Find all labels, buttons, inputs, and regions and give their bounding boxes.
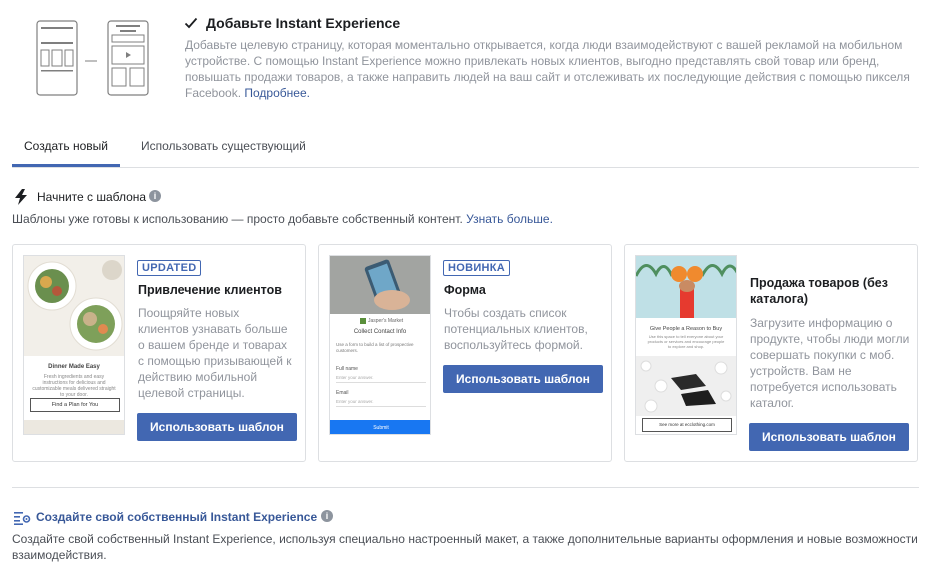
template-subtitle: Шаблоны уже готовы к использованию — про… xyxy=(12,212,553,226)
preview-brand: Jasper's Market xyxy=(368,318,404,324)
preview-field2-input: Enter your answer. xyxy=(336,399,426,407)
more-link[interactable]: Подробнее. xyxy=(244,86,310,100)
template-preview-customer-acquisition: Dinner Made Easy Fresh ingredients and e… xyxy=(23,255,125,435)
card-title: Форма xyxy=(444,283,486,297)
brand-logo-icon xyxy=(360,318,366,324)
preview-field2-label: Email xyxy=(336,390,349,396)
use-template-button-customer-acquisition[interactable]: Использовать шаблон xyxy=(137,413,297,441)
instant-experience-title: Добавьте Instant Experience xyxy=(206,15,401,31)
instant-experience-section: Добавьте Instant Experience Добавьте цел… xyxy=(0,0,925,110)
template-card-form[interactable]: Jasper's Market Collect Contact Info Use… xyxy=(318,244,612,462)
create-own-description: Создайте свой собственный Instant Experi… xyxy=(12,532,918,562)
preview-field1-input: Enter your answer. xyxy=(336,375,426,383)
instant-experience-illustration xyxy=(36,20,149,96)
template-subtitle-text: Шаблоны уже готовы к использованию — про… xyxy=(12,212,463,226)
card-description: Чтобы создать список потенциальных клиен… xyxy=(444,306,588,352)
learn-more-link[interactable]: Узнать больше. xyxy=(466,212,553,226)
preview-body: Use a form to build a list of prospectiv… xyxy=(336,342,414,353)
model-photo xyxy=(636,256,736,318)
updated-badge: UPDATED xyxy=(137,260,202,276)
hand-phone-photo xyxy=(330,256,430,314)
template-preview-sell-products: Give People a Reason to Buy Use this spa… xyxy=(635,255,737,435)
preview-body: Use this space to tell everyone about yo… xyxy=(647,334,725,349)
template-heading: Начните с шаблона xyxy=(37,190,147,204)
preview-field1-label: Full name xyxy=(336,366,358,372)
food-photo xyxy=(24,256,124,356)
preview-body: Fresh ingredients and easy instructions … xyxy=(32,374,116,398)
instant-experience-checkbox[interactable] xyxy=(184,16,198,30)
info-icon[interactable]: i xyxy=(149,190,161,202)
preview-headline: Collect Contact Info xyxy=(353,329,407,335)
preview-cta: See more at ecclothing.com xyxy=(642,418,732,432)
preview-headline: Give People a Reason to Buy xyxy=(649,326,723,332)
active-tab-indicator xyxy=(12,164,120,167)
card-title: Продажа товаров (без каталога) xyxy=(750,276,888,306)
preview-headline: Dinner Made Easy xyxy=(48,364,100,370)
template-card-sell-products[interactable]: Give People a Reason to Buy Use this spa… xyxy=(624,244,918,462)
card-description: Поощряйте новых клиентов узнавать больше… xyxy=(138,306,292,400)
instant-experience-description: Добавьте целевую страницу, которая момен… xyxy=(185,37,915,101)
tab-bar: Создать новый Использовать существующий xyxy=(12,128,919,168)
custom-layout-icon xyxy=(14,512,31,525)
tab-use-existing[interactable]: Использовать существующий xyxy=(141,139,306,153)
shoes-photo xyxy=(636,356,736,416)
preview-cta: Find a Plan for You xyxy=(30,398,120,412)
new-badge: НОВИНКА xyxy=(443,260,511,276)
use-template-button-form[interactable]: Использовать шаблон xyxy=(443,365,603,393)
section-divider xyxy=(12,487,919,488)
info-icon[interactable]: i xyxy=(321,510,333,522)
lightning-icon xyxy=(15,189,27,205)
create-own-title[interactable]: Создайте свой собственный Instant Experi… xyxy=(36,510,317,524)
preview-footer-image xyxy=(24,420,124,434)
card-title: Привлечение клиентов xyxy=(138,283,282,297)
preview-submit: Submit xyxy=(330,420,430,434)
use-template-button-sell-products[interactable]: Использовать шаблон xyxy=(749,423,909,451)
card-description: Загрузите информацию о продукте, чтобы л… xyxy=(750,316,910,410)
tab-create-new[interactable]: Создать новый xyxy=(24,139,108,153)
template-card-customer-acquisition[interactable]: Dinner Made Easy Fresh ingredients and e… xyxy=(12,244,306,462)
template-preview-form: Jasper's Market Collect Contact Info Use… xyxy=(329,255,431,435)
